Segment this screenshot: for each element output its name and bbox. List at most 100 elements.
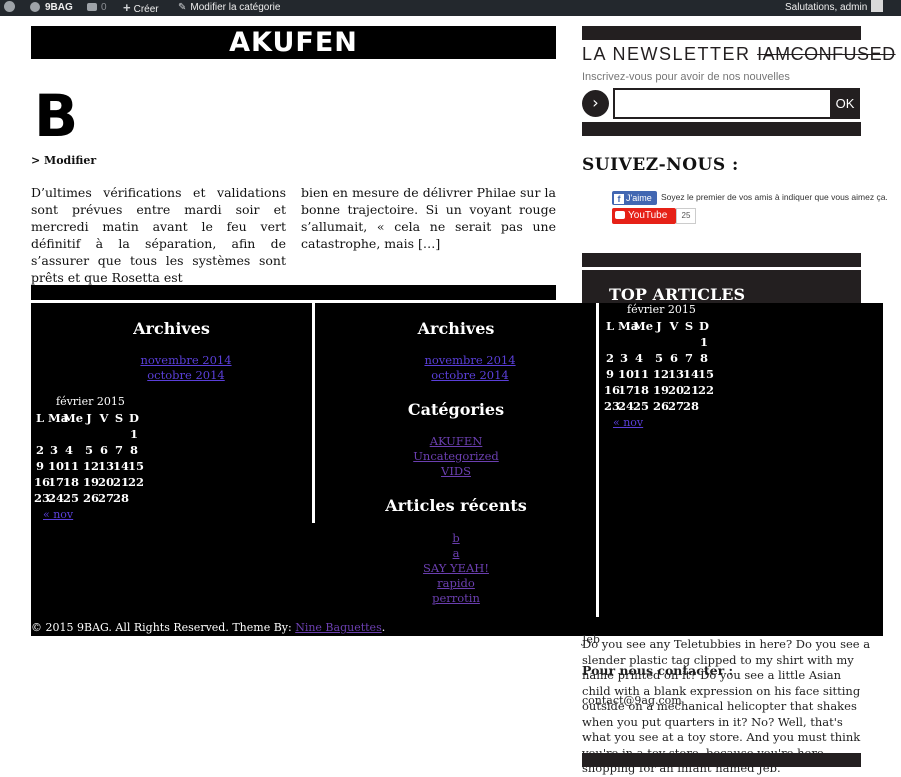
calendar-day: 3 (49, 443, 58, 457)
calendar-weekday-header: J (86, 411, 92, 425)
theme-author-link[interactable]: Nine Baguettes (295, 621, 382, 634)
calendar-day: 4 (64, 443, 73, 457)
calendar-day: 27 (668, 399, 685, 413)
post-divider-bar (31, 285, 556, 300)
calendar-day: 11 (633, 367, 650, 381)
newsletter-email-input[interactable] (613, 88, 838, 119)
chevron-right-icon[interactable]: › (582, 90, 609, 117)
calendar-weekday-header: Ma (618, 319, 639, 333)
sidebar-bottom-bar (582, 753, 861, 767)
calendar-day: 16 (604, 383, 621, 397)
youtube-subscribe-button[interactable]: YouTube (612, 208, 676, 224)
calendar-day: 23 (34, 491, 51, 505)
calendar-caption: février 2015 (627, 303, 696, 316)
comments-count: 0 (101, 2, 107, 13)
newsletter-top-bar (582, 26, 861, 40)
calendar-day: 15 (698, 367, 715, 381)
footer-col1-archives-title: Archives (133, 319, 210, 338)
calendar-day: 2 (35, 443, 44, 457)
calendar-day: 11 (63, 459, 80, 473)
footer-recent-post-link[interactable]: b (316, 531, 596, 545)
footer-category-link[interactable]: Uncategorized (316, 449, 596, 463)
calendar-day: 21 (683, 383, 700, 397)
calendar-weekday-header: Me (63, 411, 84, 425)
newsletter-title-text: LA NEWSLETTER (582, 44, 751, 64)
calendar-day: 20 (98, 475, 115, 489)
calendar-day: 7 (684, 351, 693, 365)
calendar-day: 23 (604, 399, 621, 413)
footer-divider-1 (312, 303, 315, 523)
footer-recent-post-link[interactable]: rapido (316, 576, 596, 590)
facebook-like-button[interactable]: f J'aime (612, 191, 657, 205)
footer-col1-archive-link[interactable]: novembre 2014 (31, 353, 341, 367)
edit-post-link[interactable]: > Modifier (31, 154, 96, 167)
calendar-day: 19 (83, 475, 100, 489)
footer-col2-archive-link[interactable]: octobre 2014 (315, 368, 625, 382)
dashboard-icon (30, 2, 40, 12)
calendar-day: 10 (48, 459, 65, 473)
youtube-play-icon (615, 211, 625, 219)
calendar-weekday-header: V (99, 411, 109, 425)
top-articles-title: TOP ARTICLES (609, 285, 745, 304)
footer-category-link[interactable]: VIDS (316, 464, 596, 478)
greeting-text: Salutations, admin (785, 2, 868, 13)
calendar-weekday-header: L (35, 411, 45, 425)
calendar-day: 26 (83, 491, 100, 505)
footer-recent-post-link[interactable]: a (316, 546, 596, 560)
newsletter-subtitle: Inscrivez-vous pour avoir de nos nouvell… (582, 71, 790, 83)
newsletter-brand-logo: IAMCONFUSED (757, 44, 896, 64)
comments-link[interactable]: 0 (87, 0, 107, 16)
copyright-end: . (381, 621, 386, 634)
calendar-day: 13 (98, 459, 115, 473)
calendar-day: 17 (618, 383, 635, 397)
footer-recent-posts-title: Articles récents (385, 496, 527, 515)
site-name-link[interactable]: 9BAG (30, 0, 73, 16)
footer-categories-title: Catégories (407, 400, 505, 419)
create-menu[interactable]: + Créer (123, 0, 159, 16)
calendar-prev-link[interactable]: « nov (613, 416, 643, 429)
calendar-day: 17 (48, 475, 65, 489)
calendar-day: 8 (699, 351, 708, 365)
footer-recent-post-link[interactable]: perrotin (316, 591, 596, 605)
newsletter-ok-button[interactable]: OK (830, 88, 860, 119)
calendar-weekday-header: L (605, 319, 615, 333)
calendar-day: 16 (34, 475, 51, 489)
calendar-day: 15 (128, 459, 145, 473)
top-articles-header: TOP ARTICLES (582, 270, 861, 305)
calendar-day: 3 (619, 351, 628, 365)
footer-divider-2 (596, 303, 599, 617)
calendar-day: 9 (605, 367, 614, 381)
calendar-day: 5 (654, 351, 663, 365)
calendar-day: 13 (668, 367, 685, 381)
contact-title: Pour nous contacter : (582, 663, 734, 678)
facebook-icon: f (614, 193, 624, 204)
account-menu[interactable]: Salutations, admin (785, 0, 884, 16)
calendar-day: 28 (683, 399, 700, 413)
calendar-day: 10 (618, 367, 635, 381)
calendar-day: 2 (605, 351, 614, 365)
edit-category-link[interactable]: ✎ Modifier la catégorie (178, 0, 280, 16)
calendar-day: 25 (63, 491, 80, 505)
calendar-day: 28 (113, 491, 130, 505)
calendar-day: 18 (63, 475, 80, 489)
footer-col2-archive-link[interactable]: novembre 2014 (315, 353, 625, 367)
site-name-label: 9BAG (45, 2, 73, 13)
pencil-icon: ✎ (178, 2, 187, 13)
calendar-day: 12 (83, 459, 100, 473)
calendar-day: 21 (113, 475, 130, 489)
contact-email[interactable]: contact@9ag.com (582, 693, 682, 709)
calendar-weekday-header: Me (633, 319, 654, 333)
follow-us-title: SUIVEZ-NOUS : (582, 155, 739, 175)
footer-recent-post-link[interactable]: SAY YEAH! (316, 561, 596, 575)
post-title[interactable]: B (34, 84, 78, 148)
post-excerpt-column-1: D’ultimes vérifications et validations s… (31, 185, 286, 285)
wordpress-logo-icon[interactable] (4, 0, 15, 16)
calendar-day: 19 (653, 383, 670, 397)
calendar-prev-link[interactable]: « nov (43, 508, 73, 521)
calendar-day: 20 (668, 383, 685, 397)
calendar-day: 25 (633, 399, 650, 413)
footer-col1-archive-link[interactable]: octobre 2014 (31, 368, 341, 382)
calendar-weekday-header: Ma (48, 411, 69, 425)
calendar-day: 22 (698, 383, 715, 397)
footer-category-link[interactable]: AKUFEN (316, 434, 596, 448)
